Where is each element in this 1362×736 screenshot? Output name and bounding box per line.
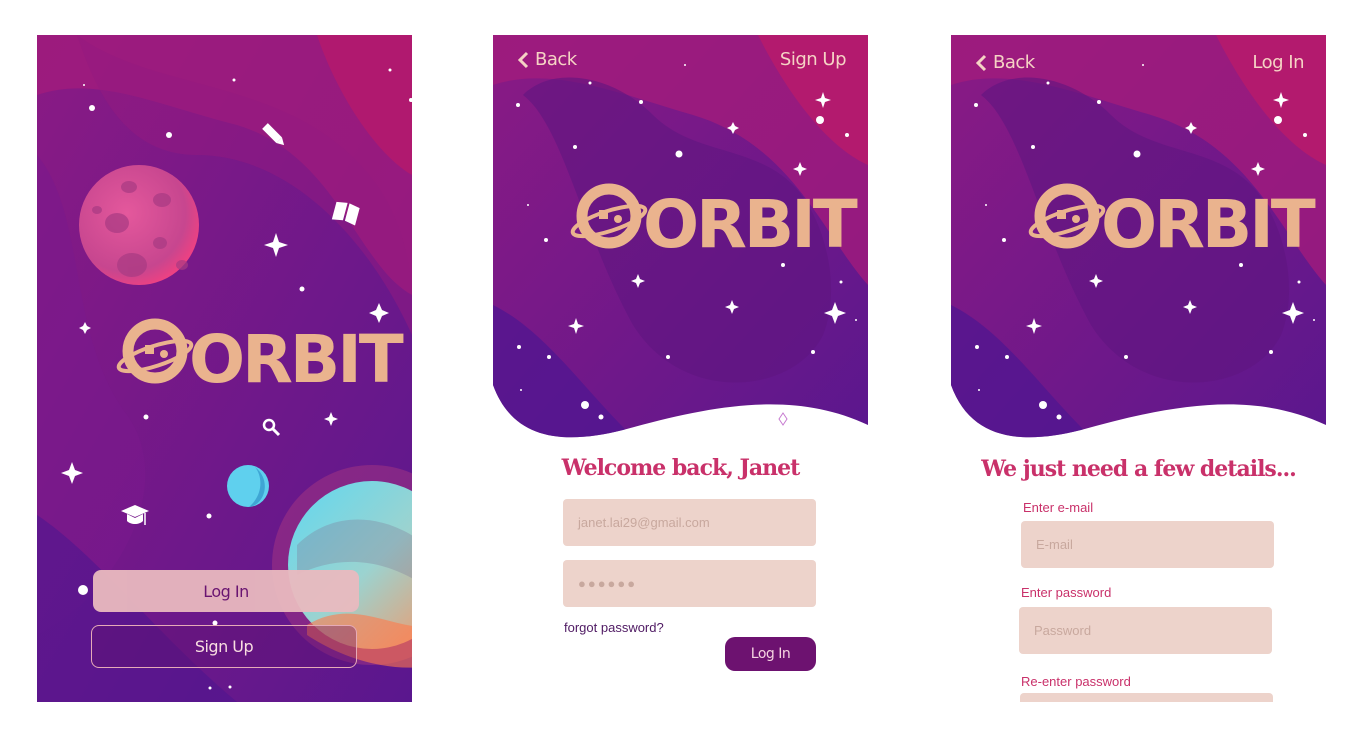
signup-nav-link[interactable]: Sign Up bbox=[780, 49, 847, 70]
forgot-password-link[interactable]: forgot password? bbox=[564, 620, 664, 635]
header-background: ORBIT bbox=[493, 35, 868, 438]
email-input[interactable]: E-mail bbox=[1021, 521, 1274, 568]
chevron-left-icon bbox=[517, 51, 529, 68]
signup-screen: ORBIT Back Log In We just need a few det… bbox=[951, 35, 1326, 702]
reenter-password-input[interactable] bbox=[1020, 693, 1273, 702]
password-field[interactable]: ●●●●●● bbox=[563, 560, 816, 607]
login-screen: ORBIT Back Sign Up Welcome back, Janet j… bbox=[493, 35, 868, 702]
chevron-left-icon bbox=[975, 54, 987, 71]
moon-planet bbox=[79, 165, 199, 285]
email-label: Enter e-mail bbox=[1023, 500, 1094, 515]
welcome-screen: ORBIT Log In Sign Up bbox=[37, 35, 412, 702]
login-button[interactable]: Log In bbox=[93, 570, 359, 612]
header-background: ORBIT bbox=[951, 35, 1326, 438]
reenter-password-label: Re-enter password bbox=[1021, 674, 1131, 689]
back-button[interactable]: Back bbox=[517, 49, 577, 70]
page-title: We just need a few details... bbox=[981, 456, 1297, 482]
email-field[interactable]: janet.lai29@gmail.com bbox=[563, 499, 816, 546]
logo-text: ORBIT bbox=[1101, 186, 1316, 263]
login-submit-button[interactable]: Log In bbox=[725, 637, 816, 671]
signup-button[interactable]: Sign Up bbox=[91, 625, 357, 668]
logo-text: ORBIT bbox=[643, 186, 858, 263]
password-input[interactable]: Password bbox=[1019, 607, 1272, 654]
password-label: Enter password bbox=[1021, 585, 1112, 600]
page-title: Welcome back, Janet bbox=[561, 455, 801, 481]
back-label: Back bbox=[535, 49, 577, 70]
login-nav-link[interactable]: Log In bbox=[1252, 52, 1304, 73]
back-label: Back bbox=[993, 52, 1035, 73]
logo-text: ORBIT bbox=[189, 321, 404, 398]
back-button[interactable]: Back bbox=[975, 52, 1035, 73]
